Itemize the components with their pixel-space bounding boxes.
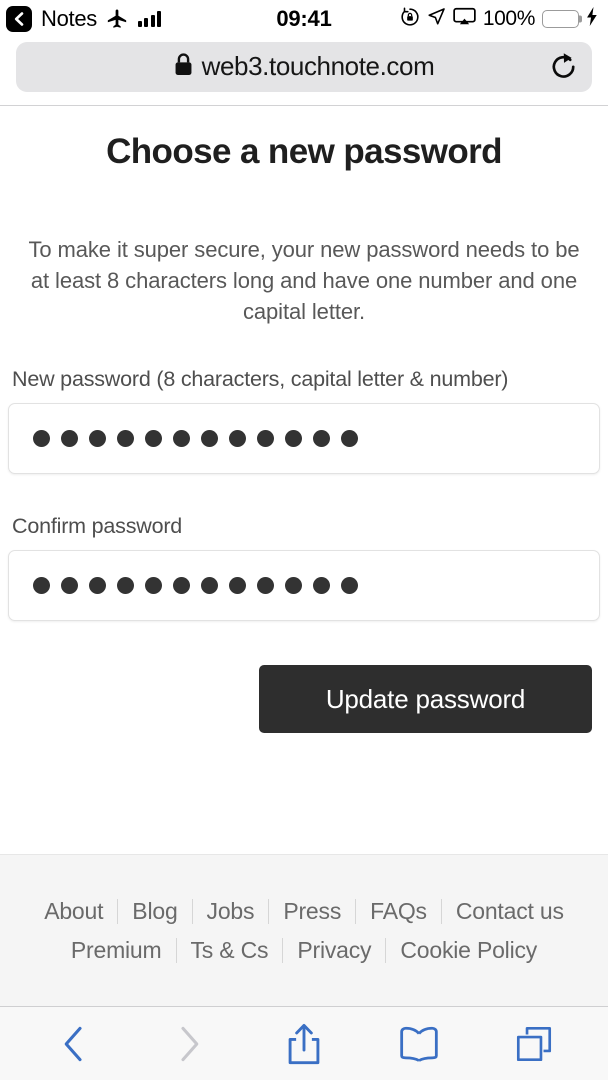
password-mask-dot bbox=[33, 577, 50, 594]
submit-row: Update password bbox=[8, 665, 600, 733]
footer-link-premium[interactable]: Premium bbox=[57, 937, 176, 964]
password-mask-dot bbox=[173, 577, 190, 594]
footer-link-faqs[interactable]: FAQs bbox=[356, 898, 441, 925]
footer-link-row: About Blog Jobs Press FAQs Contact us bbox=[30, 898, 578, 925]
footer-link-blog[interactable]: Blog bbox=[118, 898, 191, 925]
cellular-signal-icon bbox=[137, 11, 162, 27]
browser-forward-button[interactable] bbox=[158, 1018, 220, 1070]
new-password-label: New password (8 characters, capital lett… bbox=[12, 367, 509, 391]
book-icon bbox=[400, 1026, 438, 1062]
url-text: web3.touchnote.com bbox=[201, 51, 435, 81]
safari-bottom-toolbar bbox=[0, 1006, 608, 1080]
tabs-icon bbox=[517, 1026, 552, 1061]
password-mask-dot bbox=[313, 577, 330, 594]
footer-link-ts-cs[interactable]: Ts & Cs bbox=[177, 937, 283, 964]
footer-link-privacy[interactable]: Privacy bbox=[283, 937, 385, 964]
password-mask-dot bbox=[201, 430, 218, 447]
password-mask-dot bbox=[145, 430, 162, 447]
password-mask-dot bbox=[285, 430, 302, 447]
url-pill[interactable]: web3.touchnote.com bbox=[16, 41, 592, 92]
rotation-lock-icon bbox=[400, 7, 420, 32]
password-mask-dot bbox=[313, 430, 330, 447]
status-bar-right: 100% bbox=[400, 7, 598, 32]
password-mask-dot bbox=[89, 430, 106, 447]
status-bar-left: Notes bbox=[6, 6, 162, 32]
footer-link-jobs[interactable]: Jobs bbox=[193, 898, 269, 925]
reload-button[interactable] bbox=[550, 52, 578, 82]
share-button[interactable] bbox=[273, 1018, 335, 1070]
browser-address-bar: web3.touchnote.com bbox=[0, 38, 608, 106]
password-mask-dot bbox=[201, 577, 218, 594]
page-intro-text: To make it super secure, your new passwo… bbox=[28, 237, 580, 324]
phone-screen: Notes 09:41 100% web3.touchnote.com Choo… bbox=[0, 0, 608, 1080]
tabs-button[interactable] bbox=[503, 1018, 565, 1070]
password-mask-dot bbox=[341, 430, 358, 447]
reload-icon bbox=[552, 52, 575, 78]
battery-percent-label: 100% bbox=[482, 7, 536, 30]
password-mask-dot bbox=[117, 430, 134, 447]
footer-link-about[interactable]: About bbox=[30, 898, 117, 925]
password-mask-dot bbox=[173, 430, 190, 447]
password-mask-dot bbox=[117, 577, 134, 594]
footer-link-press[interactable]: Press bbox=[269, 898, 355, 925]
new-password-field-block: New password (8 characters, capital lett… bbox=[8, 367, 600, 474]
chevron-left-icon bbox=[14, 12, 24, 26]
password-mask-dot bbox=[33, 430, 50, 447]
confirm-password-field-block: Confirm password bbox=[8, 514, 600, 621]
update-password-button[interactable]: Update password bbox=[259, 665, 592, 733]
bookmarks-button[interactable] bbox=[388, 1018, 450, 1070]
footer-link-row: Premium Ts & Cs Privacy Cookie Policy bbox=[57, 937, 551, 964]
back-to-app-button[interactable] bbox=[6, 6, 32, 32]
confirm-password-label: Confirm password bbox=[12, 514, 183, 538]
password-mask-dot bbox=[257, 430, 274, 447]
password-mask-dot bbox=[257, 577, 274, 594]
screen-mirroring-icon bbox=[453, 7, 476, 31]
password-mask-dot bbox=[229, 577, 246, 594]
chevron-left-icon bbox=[64, 1026, 82, 1061]
charging-bolt-icon bbox=[586, 7, 598, 31]
footer-link-cookie-policy[interactable]: Cookie Policy bbox=[386, 937, 551, 964]
page-title: Choose a new password bbox=[106, 132, 502, 171]
page-content: Choose a new password To make it super s… bbox=[0, 106, 608, 854]
new-password-input[interactable] bbox=[8, 403, 600, 474]
status-bar: Notes 09:41 100% bbox=[0, 0, 608, 38]
battery-full-icon bbox=[542, 10, 579, 28]
password-mask-dot bbox=[145, 577, 162, 594]
password-mask-dot bbox=[89, 577, 106, 594]
password-mask-dot bbox=[61, 430, 78, 447]
lock-icon bbox=[174, 52, 193, 81]
share-icon bbox=[288, 1023, 320, 1064]
chevron-right-icon bbox=[181, 1026, 199, 1061]
site-footer: About Blog Jobs Press FAQs Contact us Premium T… bbox=[0, 854, 608, 1006]
status-back-app-label[interactable]: Notes bbox=[41, 6, 97, 32]
confirm-password-input[interactable] bbox=[8, 550, 600, 621]
password-mask-dot bbox=[229, 430, 246, 447]
password-mask-dot bbox=[285, 577, 302, 594]
airplane-mode-icon bbox=[106, 8, 128, 30]
url-center-group: web3.touchnote.com bbox=[32, 51, 576, 82]
location-arrow-icon bbox=[427, 7, 446, 31]
browser-back-button[interactable] bbox=[43, 1018, 105, 1070]
password-mask-dot bbox=[341, 577, 358, 594]
password-mask-dot bbox=[61, 577, 78, 594]
footer-link-contact-us[interactable]: Contact us bbox=[442, 898, 578, 925]
